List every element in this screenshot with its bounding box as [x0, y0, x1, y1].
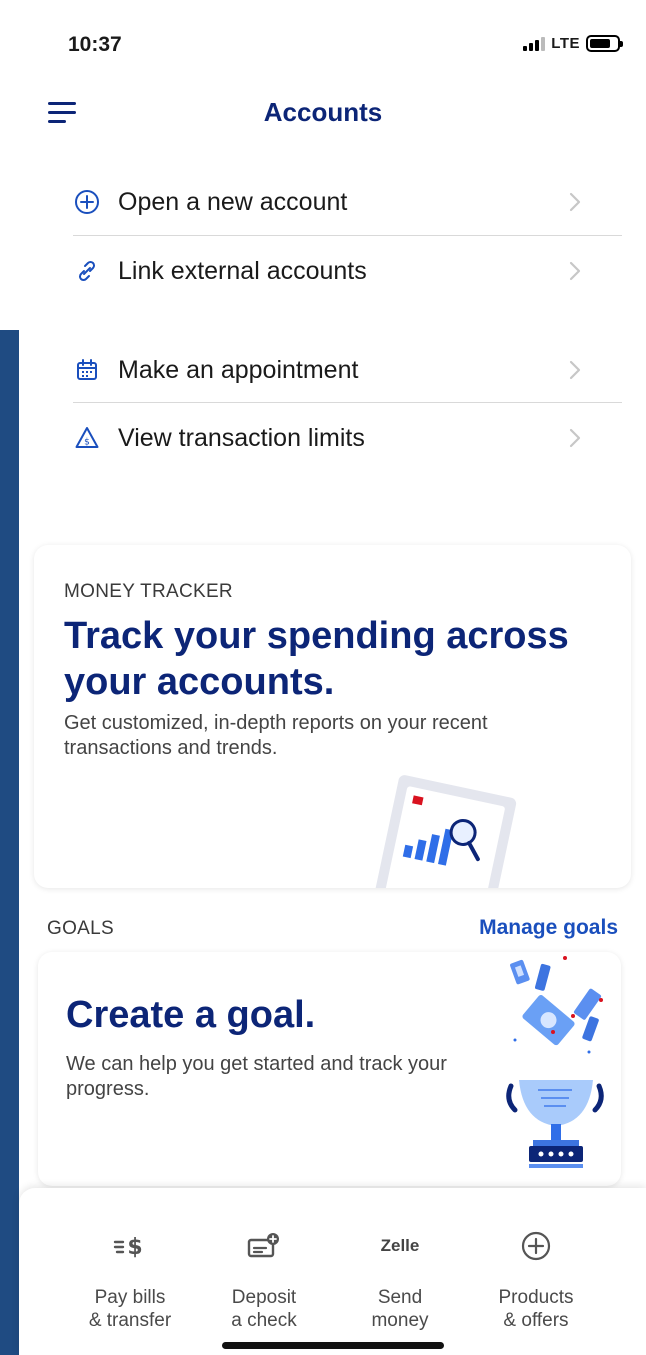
- status-time: 10:37: [68, 33, 122, 56]
- goal-body: We can help you get started and track yo…: [66, 1053, 447, 1100]
- list-item-label: Open a new account: [118, 187, 348, 216]
- page-title: Accounts: [263, 97, 383, 127]
- report-illustration: [371, 775, 517, 888]
- manage-goals-link[interactable]: Manage goals: [479, 916, 618, 940]
- products-offers-label: Products & offers: [498, 1287, 574, 1331]
- pay-bills-transfer-button[interactable]: $ Pay bills & transfer: [65, 1188, 195, 1338]
- products-offers-button[interactable]: Products & offers: [471, 1188, 601, 1338]
- list-item-label: View transaction limits: [118, 423, 365, 452]
- zelle-icon: Zelle: [380, 1236, 420, 1255]
- deposit-check-label: Deposit a check: [231, 1287, 297, 1331]
- calendar-icon: [73, 356, 101, 384]
- svg-text:$: $: [127, 1235, 142, 1260]
- plus-circle-icon: [73, 188, 101, 216]
- side-strip: [0, 330, 19, 1355]
- warning-dollar-icon: $: [73, 424, 101, 452]
- chevron-right-icon: [569, 428, 581, 448]
- pay-bills-icon: $: [65, 1230, 195, 1262]
- deposit-check-icon: [199, 1230, 329, 1262]
- link-icon: [73, 257, 101, 285]
- status-bar: 10:37 LTE: [0, 0, 646, 90]
- send-money-label: Send money: [371, 1287, 429, 1331]
- divider: [73, 235, 622, 236]
- list-item-open-account[interactable]: Open a new account: [73, 168, 622, 236]
- trophy-money-illustration: [506, 956, 604, 1168]
- money-tracker-card[interactable]: MONEY TRACKER Track your spending across…: [34, 545, 631, 888]
- status-indicators: LTE: [523, 35, 623, 52]
- divider: [73, 402, 622, 403]
- list-item-label: Link external accounts: [118, 256, 367, 285]
- goal-headline: Create a goal.: [66, 994, 316, 1036]
- list-item-make-appointment[interactable]: Make an appointment: [73, 336, 622, 404]
- send-money-button[interactable]: Zelle Send money: [335, 1188, 465, 1338]
- chevron-right-icon: [569, 261, 581, 281]
- battery-icon: [586, 35, 623, 52]
- home-indicator: [222, 1342, 444, 1349]
- list-item-transaction-limits[interactable]: $ View transaction limits: [73, 404, 622, 472]
- list-item-link-external[interactable]: Link external accounts: [73, 237, 622, 305]
- signal-icon: [523, 36, 546, 51]
- chevron-right-icon: [569, 360, 581, 380]
- pay-bills-label: Pay bills & transfer: [88, 1287, 172, 1331]
- chevron-right-icon: [569, 192, 581, 212]
- svg-text:$: $: [84, 438, 90, 448]
- goals-section-label: GOALS: [47, 918, 114, 939]
- bottom-action-bar: $ Pay bills & transfer Deposit a check Z…: [19, 1188, 646, 1355]
- card-eyebrow: MONEY TRACKER: [64, 581, 233, 602]
- network-label: LTE: [551, 35, 580, 52]
- card-body: Get customized, in-depth reports on your…: [64, 712, 488, 759]
- create-goal-card[interactable]: Create a goal. We can help you get start…: [38, 952, 621, 1186]
- list-item-label: Make an appointment: [118, 355, 359, 384]
- deposit-check-button[interactable]: Deposit a check: [199, 1188, 329, 1338]
- plus-circle-icon: [471, 1230, 601, 1262]
- header: Accounts: [0, 85, 646, 145]
- card-headline: Track your spending across your accounts…: [64, 615, 569, 703]
